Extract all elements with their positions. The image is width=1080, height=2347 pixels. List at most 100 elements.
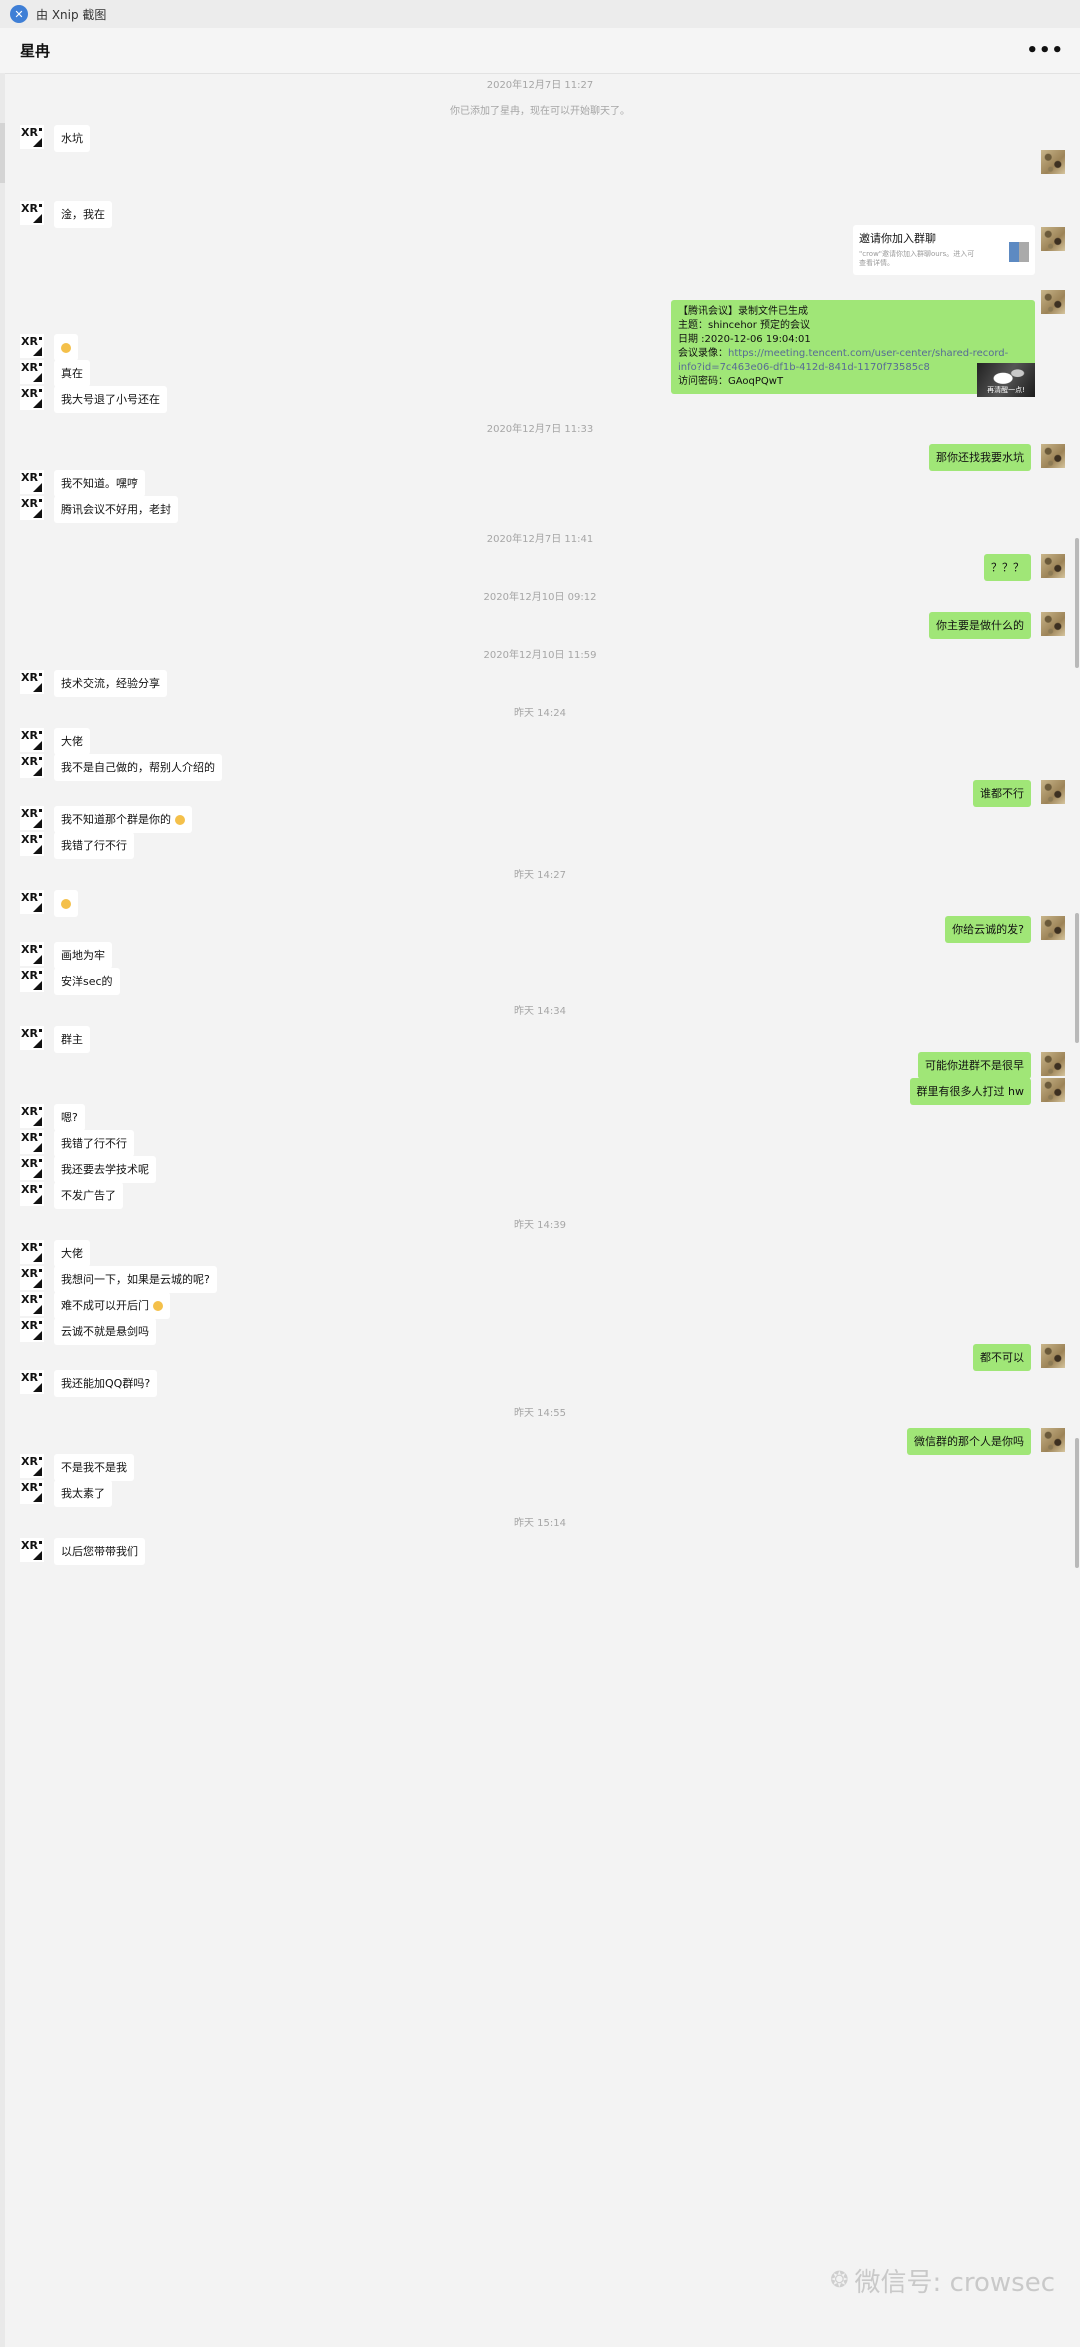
emoji-message[interactable] [54, 890, 78, 917]
message-row: XR 我太素了 [20, 1480, 112, 1516]
message-bubble[interactable]: 大佬 [54, 728, 90, 755]
message-bubble[interactable]: 那你还找我要水坑 [929, 444, 1031, 471]
contact-avatar[interactable]: XR [20, 1026, 44, 1050]
timestamp: 昨天 14:39 [514, 1220, 566, 1231]
group-invite-card[interactable]: 邀请你加入群聊 "crow"邀请你加入群聊ours。进入可查看详情。 [853, 225, 1035, 275]
contact-avatar[interactable]: XR [20, 386, 44, 410]
contact-avatar[interactable]: XR [20, 470, 44, 494]
my-avatar[interactable] [1041, 612, 1065, 636]
contact-avatar[interactable]: XR [20, 1240, 44, 1264]
contact-avatar[interactable]: XR [20, 942, 44, 966]
message-bubble[interactable]: 我不知道。嘿哼 [54, 470, 145, 497]
contact-avatar[interactable]: XR [20, 1266, 44, 1290]
message-bubble[interactable]: 我错了行不行 [54, 1130, 134, 1157]
message-bubble[interactable]: 以后您带带我们 [54, 1538, 145, 1565]
message-bubble[interactable]: 你给云诚的发? [945, 916, 1031, 943]
scrollbar-thumb[interactable] [1075, 1438, 1079, 1568]
timestamp: 昨天 15:14 [514, 1518, 566, 1529]
emoji-message[interactable] [54, 334, 78, 361]
message-bubble[interactable]: 我错了行不行 [54, 832, 134, 859]
contact-avatar[interactable]: XR [20, 334, 44, 358]
message-bubble[interactable]: 都不可以 [973, 1344, 1031, 1371]
message-row: XR 以后您带带我们 [20, 1538, 145, 1574]
my-avatar[interactable] [1041, 1078, 1065, 1102]
timestamp: 昨天 14:24 [514, 708, 566, 719]
image-message[interactable]: 再清醒一点! [977, 363, 1035, 397]
contact-avatar[interactable]: XR [20, 201, 44, 225]
timestamp: 2020年12月7日 11:27 [486, 80, 594, 91]
message-bubble[interactable]: 谁都不行 [973, 780, 1031, 807]
message-bubble[interactable]: 你主要是做什么的 [929, 612, 1031, 639]
contact-avatar[interactable]: XR [20, 1318, 44, 1342]
message-bubble[interactable]: 群里有很多人打过 hw [909, 1078, 1031, 1105]
message-bubble[interactable]: 云诚不就是悬剑吗 [54, 1318, 156, 1345]
chat-messages-area[interactable]: 2020年12月7日 11:27 你已添加了星冉，现在可以开始聊天了。 XR 水… [0, 73, 1080, 2347]
message-bubble[interactable]: 我还要去学技术呢 [54, 1156, 156, 1183]
contact-avatar[interactable]: XR [20, 832, 44, 856]
my-avatar[interactable] [1041, 227, 1065, 251]
message-bubble[interactable]: 水坑 [54, 125, 90, 152]
contact-avatar[interactable]: XR [20, 670, 44, 694]
message-bubble[interactable]: 微信群的那个人是你吗 [907, 1428, 1031, 1455]
message-bubble[interactable]: 不发广告了 [54, 1182, 123, 1209]
contact-avatar[interactable]: XR [20, 1370, 44, 1394]
message-bubble[interactable]: 腾讯会议不好用，老封 [54, 496, 178, 523]
more-options-icon[interactable]: ••• [1026, 40, 1064, 61]
message-row: XR 腾讯会议不好用，老封 [20, 496, 178, 532]
message-bubble[interactable]: 我不知道那个群是你的 [54, 806, 192, 833]
message-bubble[interactable]: 群主 [54, 1026, 90, 1053]
message-bubble[interactable]: 难不成可以开后门 [54, 1292, 170, 1319]
contact-avatar[interactable]: XR [20, 1454, 44, 1478]
wechat-watermark: ❂ 微信号: crowsec [830, 2262, 1055, 2299]
my-avatar[interactable] [1041, 1052, 1065, 1076]
message-row: XR 水坑 [20, 125, 90, 161]
contact-avatar[interactable]: XR [20, 1538, 44, 1562]
contact-avatar[interactable]: XR [20, 1130, 44, 1154]
message-bubble[interactable]: 我大号退了小号还在 [54, 386, 167, 413]
message-bubble[interactable]: 我不是自己做的，帮别人介绍的 [54, 754, 222, 781]
message-bubble[interactable]: 不是我不是我 [54, 1454, 134, 1481]
contact-avatar[interactable]: XR [20, 754, 44, 778]
my-avatar[interactable] [1041, 554, 1065, 578]
contact-avatar[interactable]: XR [20, 1182, 44, 1206]
message-row: 谁都不行 [973, 780, 1065, 816]
system-notice: 你已添加了星冉，现在可以开始聊天了。 [450, 106, 630, 117]
message-bubble[interactable]: 可能你进群不是很早 [918, 1052, 1031, 1079]
message-row: XR 我错了行不行 [20, 832, 134, 868]
my-avatar[interactable] [1041, 1344, 1065, 1368]
my-avatar[interactable] [1041, 150, 1065, 174]
my-avatar[interactable] [1041, 1428, 1065, 1452]
contact-avatar[interactable]: XR [20, 1156, 44, 1180]
contact-avatar[interactable]: XR [20, 360, 44, 384]
meeting-record-link[interactable]: https://meeting.tencent.com/user-center/… [678, 348, 1008, 373]
my-avatar[interactable] [1041, 780, 1065, 804]
contact-avatar[interactable]: XR [20, 728, 44, 752]
contact-avatar[interactable]: XR [20, 806, 44, 830]
window-title: 由 Xnip 截图 [36, 7, 107, 22]
my-avatar[interactable] [1041, 290, 1065, 314]
message-bubble[interactable]: 安洋sec的 [54, 968, 120, 995]
scrollbar-thumb[interactable] [1075, 538, 1079, 668]
my-avatar[interactable] [1041, 916, 1065, 940]
contact-avatar[interactable]: XR [20, 496, 44, 520]
message-bubble[interactable]: 我太素了 [54, 1480, 112, 1507]
timestamp: 2020年12月10日 09:12 [483, 592, 597, 603]
contact-avatar[interactable]: XR [20, 125, 44, 149]
message-bubble[interactable]: 我还能加QQ群吗? [54, 1370, 158, 1397]
my-avatar[interactable] [1041, 444, 1065, 468]
message-bubble[interactable]: 真在 [54, 360, 90, 387]
message-bubble[interactable]: 画地为牢 [54, 942, 112, 969]
contact-avatar[interactable]: XR [20, 1480, 44, 1504]
message-bubble[interactable]: 大佬 [54, 1240, 90, 1267]
message-bubble[interactable]: ？？？ [984, 554, 1031, 581]
scrollbar-thumb[interactable] [1075, 913, 1079, 1043]
timestamp: 昨天 14:34 [514, 1006, 566, 1017]
contact-avatar[interactable]: XR [20, 890, 44, 914]
message-bubble[interactable]: 淦，我在 [54, 201, 112, 228]
message-bubble[interactable]: 我想问一下，如果是云城的呢? [54, 1266, 217, 1293]
message-bubble[interactable]: 技术交流，经验分享 [54, 670, 167, 697]
contact-avatar[interactable]: XR [20, 1292, 44, 1316]
contact-avatar[interactable]: XR [20, 968, 44, 992]
contact-avatar[interactable]: XR [20, 1104, 44, 1128]
message-bubble[interactable]: 嗯? [54, 1104, 85, 1131]
